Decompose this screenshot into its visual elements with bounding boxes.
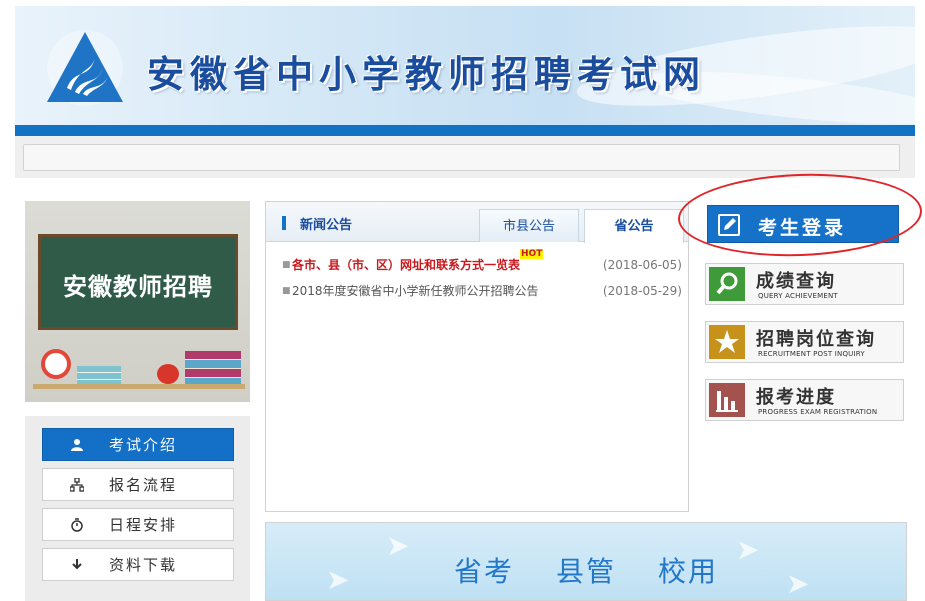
banner-word: 省考 bbox=[454, 555, 515, 588]
hot-badge: HOT bbox=[520, 249, 544, 259]
news-list: ■ 各市、县（市、区）网址和联系方式一览表HOT (2018-06-05) ■ … bbox=[266, 249, 688, 304]
news-header: 新闻公告 市县公告 省公告 bbox=[266, 202, 688, 243]
bar-chart-icon bbox=[709, 383, 745, 417]
menu-item-registration-process[interactable]: 报名流程 bbox=[42, 468, 234, 501]
score-query-link[interactable]: 成绩查询 QUERY ACHIEVEMENT bbox=[705, 263, 904, 305]
news-item-date: (2018-05-29) bbox=[602, 284, 682, 298]
menu-item-label: 日程安排 bbox=[109, 516, 178, 534]
menu-item-schedule[interactable]: 日程安排 bbox=[42, 508, 234, 541]
menu-item-label: 报名流程 bbox=[109, 476, 178, 494]
bullet-icon: ■ bbox=[282, 286, 291, 296]
tab-province-announcements[interactable]: 省公告 bbox=[584, 209, 684, 243]
header-stripe bbox=[15, 125, 915, 136]
news-item-title[interactable]: 2018年度安徽省中小学新任教师公开招聘公告 bbox=[292, 278, 539, 304]
registration-progress-link[interactable]: 报考进度 PROGRESS EXAM REGISTRATION bbox=[705, 379, 904, 421]
candidate-login-button[interactable]: 考生登录 bbox=[707, 205, 899, 243]
arrow-icon: ➤ bbox=[326, 563, 350, 596]
site-logo-icon[interactable] bbox=[45, 28, 125, 108]
header-banner: 安徽省中小学教师招聘考试网 bbox=[15, 6, 915, 125]
quick-link-label: 招聘岗位查询 bbox=[756, 329, 876, 350]
nav-area bbox=[15, 136, 915, 178]
arrow-icon: ➤ bbox=[386, 529, 410, 562]
promo-image: 安徽教师招聘 bbox=[25, 201, 250, 402]
news-item[interactable]: ■ 各市、县（市、区）网址和联系方式一览表HOT (2018-06-05) bbox=[266, 249, 688, 278]
quick-link-label: 报考进度 bbox=[756, 387, 836, 408]
menu-item-exam-intro[interactable]: 考试介绍 bbox=[42, 428, 234, 461]
clock-icon bbox=[41, 349, 71, 379]
post-inquiry-link[interactable]: 招聘岗位查询 RECRUITMENT POST INQUIRY bbox=[705, 321, 904, 363]
login-label: 考生登录 bbox=[758, 217, 847, 239]
apple-icon bbox=[157, 364, 179, 384]
news-title: 新闻公告 bbox=[300, 218, 353, 233]
site-title: 安徽省中小学教师招聘考试网 bbox=[147, 52, 706, 96]
quick-link-subtitle: PROGRESS EXAM REGISTRATION bbox=[758, 408, 878, 416]
news-item-title: 各市、县（市、区）网址和联系方式一览表 bbox=[292, 258, 521, 272]
title-marker bbox=[282, 216, 286, 230]
nav-bar bbox=[23, 144, 900, 171]
news-link[interactable]: 各市、县（市、区）网址和联系方式一览表HOT bbox=[292, 249, 544, 278]
news-panel: 新闻公告 市县公告 省公告 ■ 各市、县（市、区）网址和联系方式一览表HOT (… bbox=[265, 201, 689, 512]
promo-text: 安徽教师招聘 bbox=[63, 273, 213, 301]
menu-item-label: 资料下载 bbox=[109, 556, 178, 574]
download-icon bbox=[67, 555, 87, 575]
banner-word: 县管 bbox=[556, 555, 617, 588]
edit-icon bbox=[718, 214, 740, 236]
menu-item-label: 考试介绍 bbox=[109, 436, 178, 454]
sitemap-icon bbox=[67, 475, 87, 495]
user-icon bbox=[67, 435, 87, 455]
shelf bbox=[33, 384, 245, 389]
chalkboard: 安徽教师招聘 bbox=[38, 234, 238, 330]
quick-link-subtitle: QUERY ACHIEVEMENT bbox=[758, 292, 838, 300]
arrow-icon: ➤ bbox=[736, 533, 760, 566]
promo-banner[interactable]: ➤ ➤ ➤ ➤ 省考 县管 校用 bbox=[265, 522, 907, 601]
search-icon bbox=[709, 267, 745, 301]
banner-word: 校用 bbox=[658, 555, 719, 588]
news-item[interactable]: ■ 2018年度安徽省中小学新任教师公开招聘公告 (2018-05-29) bbox=[266, 278, 688, 304]
news-item-date: (2018-06-05) bbox=[602, 258, 682, 272]
tab-county-announcements[interactable]: 市县公告 bbox=[479, 209, 579, 242]
side-menu: 考试介绍 报名流程 日程安排 资料下载 bbox=[25, 416, 250, 601]
page: 安徽省中小学教师招聘考试网 安徽教师招聘 考试介绍 报名流程 日程安排 资料下载… bbox=[0, 0, 925, 601]
star-icon bbox=[709, 325, 745, 359]
stopwatch-icon bbox=[67, 515, 87, 535]
books-icon bbox=[185, 351, 241, 384]
menu-item-downloads[interactable]: 资料下载 bbox=[42, 548, 234, 581]
bullet-icon: ■ bbox=[282, 260, 291, 270]
books-icon bbox=[77, 366, 121, 384]
quick-link-subtitle: RECRUITMENT POST INQUIRY bbox=[758, 350, 865, 358]
quick-link-label: 成绩查询 bbox=[756, 271, 836, 292]
arrow-icon: ➤ bbox=[786, 567, 810, 600]
